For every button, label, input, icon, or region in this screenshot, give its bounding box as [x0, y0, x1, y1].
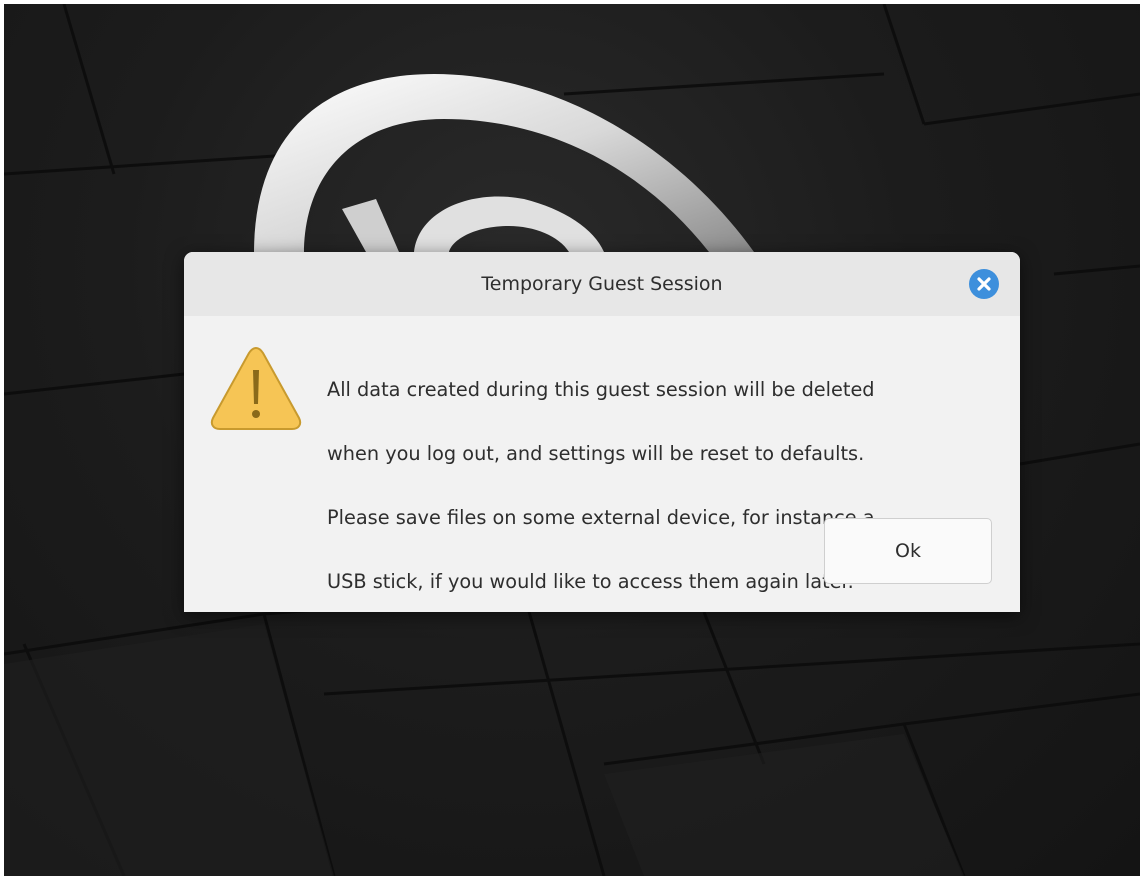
ok-button[interactable]: Ok	[824, 518, 992, 584]
desktop-background: Temporary Guest Session All data created…	[4, 4, 1140, 876]
warning-triangle-icon	[210, 346, 302, 430]
close-icon	[977, 277, 991, 291]
close-button[interactable]	[969, 269, 999, 299]
dialog-title: Temporary Guest Session	[481, 273, 723, 295]
guest-session-dialog: Temporary Guest Session All data created…	[184, 252, 1020, 612]
dialog-titlebar: Temporary Guest Session	[184, 252, 1020, 316]
message-line: All data created during this guest sessi…	[327, 378, 875, 401]
message-line: when you log out, and settings will be r…	[327, 442, 865, 465]
